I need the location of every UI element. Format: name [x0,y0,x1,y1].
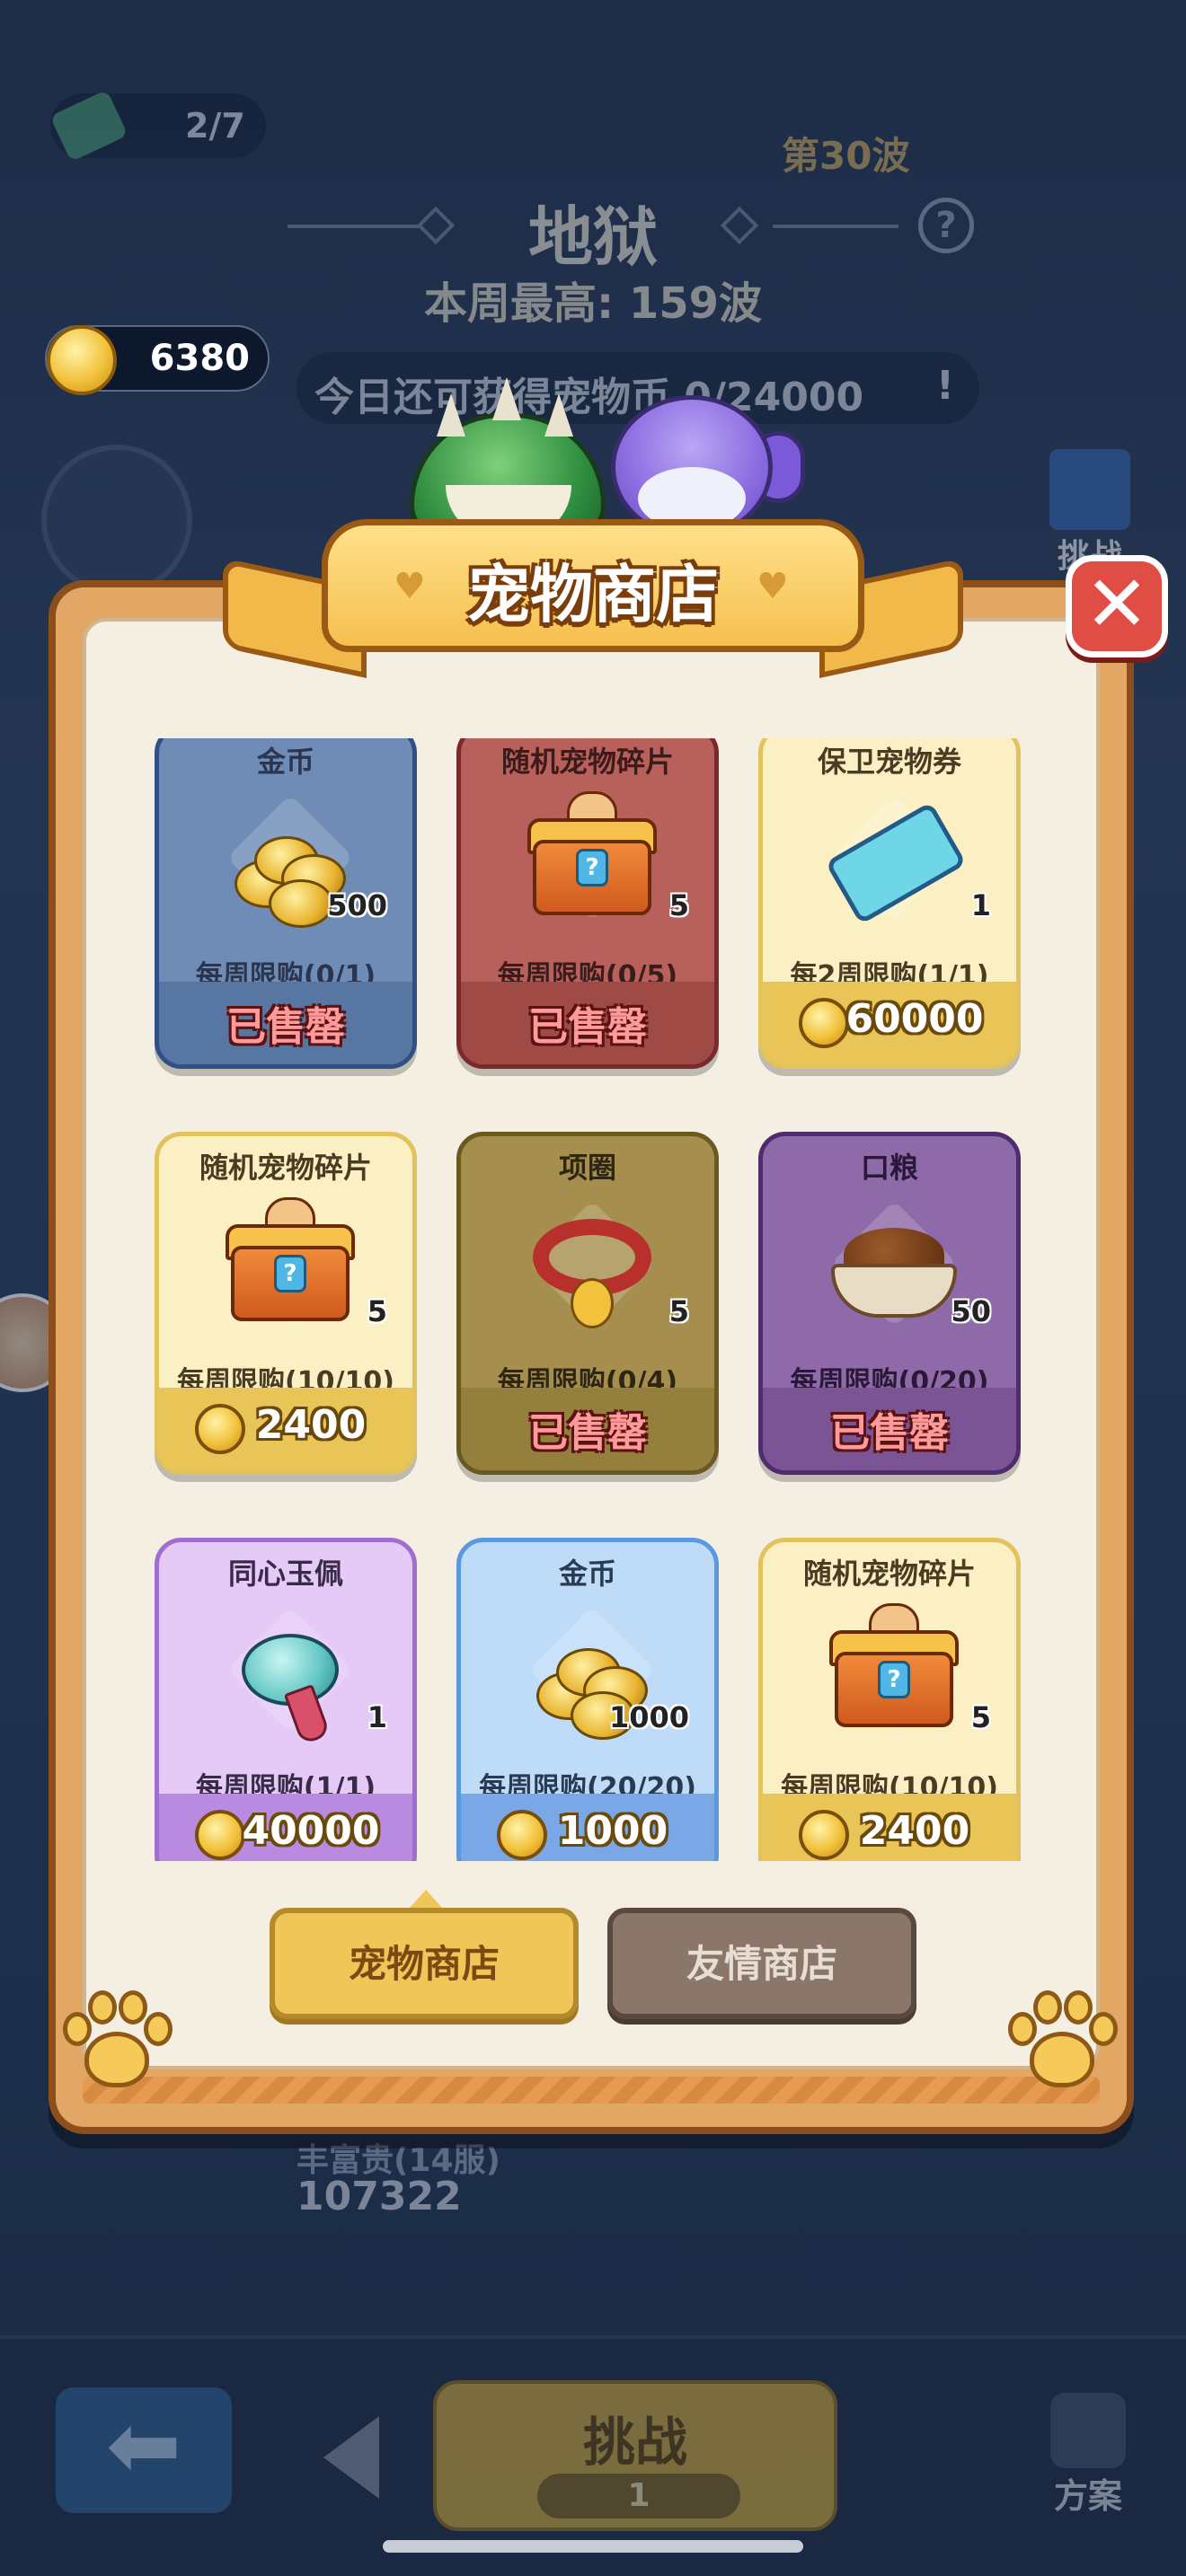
ticket-count: 2/7 [185,106,245,146]
mode-title: 地狱 [527,199,658,275]
challenge-button[interactable]: 挑战 1 [433,2380,837,2531]
shop-title-ribbon: ♥ ♥ 宠物商店 [223,519,963,679]
close-button[interactable]: ✕ [1066,555,1168,657]
challenge-cost: 1 [537,2474,740,2519]
shop-item-card[interactable]: 随机宠物碎片? 5 每周限购(10/10) 2400 [155,1132,417,1475]
buy-button[interactable]: 2400 [159,1388,412,1470]
shop-item-card[interactable]: 同心玉佩 1 每周限购(1/1) 40000 [155,1538,417,1861]
ticket-shop-button[interactable] [41,445,192,595]
panel-stripe [83,2077,1100,2104]
item-quantity: 50 [951,1294,991,1328]
help-button[interactable]: ? [918,198,974,253]
challenge-side-button[interactable]: 挑战 [1040,449,1139,575]
plan-label: 方案 [1053,2476,1122,2516]
shop-item-card[interactable]: 项圈 5 每周限购(0/4) 已售罄 [456,1132,719,1475]
paw-icon [1006,1990,1118,2098]
pet-ticket-icon [822,786,967,930]
pet-coin-icon [47,325,117,395]
buy-button[interactable]: 60000 [763,982,1016,1064]
wave-label: 第30波 [782,134,910,178]
item-price: 1000 [557,1808,668,1854]
item-price: 2400 [859,1808,970,1854]
shop-item-card[interactable]: 金币 1000 每周限购(20/20) 1000 [456,1538,719,1861]
item-name: 金币 [256,745,314,779]
home-indicator[interactable] [383,2540,803,2553]
sold-out-bar: 已售罄 [461,1388,714,1470]
pufferfish-pet-icon [593,377,805,539]
pet-chest-icon: ? [520,786,664,930]
buy-button[interactable]: 40000 [159,1794,412,1861]
sold-out-bar: 已售罄 [763,1388,1016,1470]
shop-item-card[interactable]: 口粮 50 每周限购(0/20) 已售罄 [758,1132,1021,1475]
sold-out-label: 已售罄 [528,1410,647,1456]
tab-friend-shop[interactable]: 友情商店 [607,1908,916,2019]
turtle-pet-icon [410,377,606,539]
sold-out-label: 已售罄 [830,1410,949,1456]
sold-out-label: 已售罄 [226,1004,345,1050]
shop-item-card[interactable]: 随机宠物碎片? 5 每周限购(10/10) 2400 [758,1538,1021,1861]
tab-pet-shop[interactable]: 宠物商店 [270,1890,579,2019]
challenge-button-label: 挑战 [582,2412,687,2473]
jade-pendant-icon [218,1598,362,1746]
prev-arrow-icon[interactable] [323,2416,379,2499]
item-quantity: 1 [367,1700,387,1734]
item-name: 随机宠物碎片 [199,1151,372,1185]
pet-chest-icon: ? [218,1192,362,1336]
item-name: 项圈 [558,1151,616,1185]
collar-icon [520,1192,664,1336]
item-quantity: 5 [970,1700,991,1734]
ticket-counter: 2/7 [49,89,266,163]
item-quantity: 500 [327,888,387,922]
plan-icon [1050,2393,1126,2468]
title-divider-right [773,225,898,228]
paw-icon [61,1990,173,2098]
shop-item-card[interactable]: 随机宠物碎片? 5 每周限购(0/5) 已售罄 [456,738,719,1069]
weekly-best: 本周最高: 159波 [423,278,763,329]
coin-balance-value: 6380 [149,338,250,379]
power-value: 107322 [296,2174,462,2219]
shop-item-grid: 金币 500 每周限购(0/1) 已售罄 随机宠物碎片? 5 每周限购(0/5) 已售罄 保卫宠… [146,738,1040,1861]
sold-out-label: 已售罄 [528,1004,647,1050]
item-quantity: 5 [668,888,689,922]
item-name: 金币 [558,1557,616,1591]
item-quantity: 1000 [608,1700,689,1734]
item-quantity: 1 [970,888,991,922]
item-quantity: 5 [668,1294,689,1328]
ticket-icon [49,89,128,163]
item-name: 随机宠物碎片 [500,745,674,779]
buy-button[interactable]: 2400 [763,1794,1016,1861]
item-price: 40000 [242,1808,380,1854]
item-name: 保卫宠物券 [817,745,961,779]
crown-banner-icon [1049,449,1130,530]
shop-item-card[interactable]: 金币 500 每周限购(0/1) 已售罄 [155,738,417,1069]
sold-out-bar: 已售罄 [461,982,714,1064]
item-price: 2400 [255,1402,367,1448]
pet-chest-icon: ? [822,1598,966,1742]
item-quantity: 5 [367,1294,387,1328]
back-button[interactable]: ⬅ [56,2387,232,2513]
sold-out-bar: 已售罄 [159,982,412,1064]
shop-title: 宠物商店 [467,558,719,631]
item-name: 随机宠物碎片 [802,1557,976,1591]
food-bowl-icon [822,1192,966,1336]
item-name: 同心玉佩 [227,1557,343,1591]
item-price: 60000 [845,996,984,1042]
coin-balance: 6380 [45,325,270,395]
buy-button[interactable]: 1000 [461,1794,714,1861]
shop-item-card[interactable]: 保卫宠物券 1 每2周限购(1/1) 60000 [758,738,1021,1069]
info-icon[interactable]: ! [936,363,954,409]
item-name: 口粮 [860,1151,918,1185]
plan-button[interactable]: 方案 [1039,2393,1137,2518]
